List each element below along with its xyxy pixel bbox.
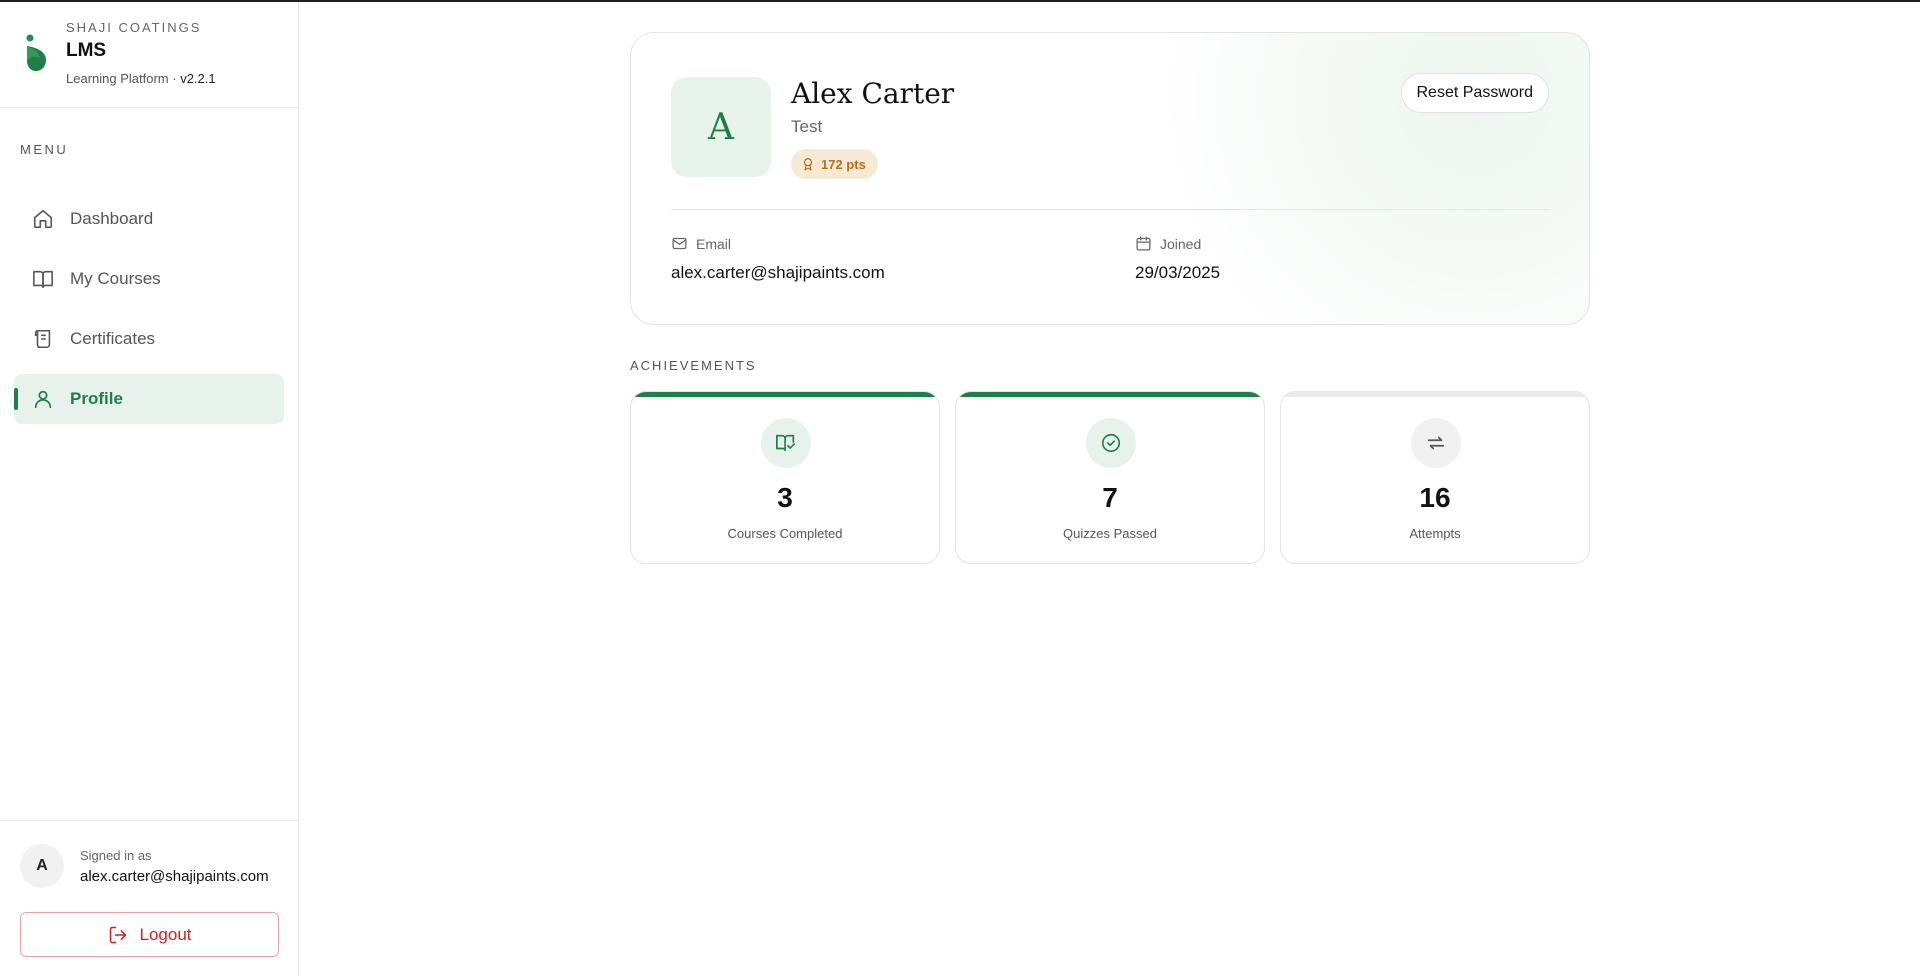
scroll-icon: [32, 328, 54, 350]
avatar: A: [20, 844, 64, 888]
sidebar-item-profile[interactable]: Profile: [14, 374, 284, 424]
email-field: Email alex.carter@shajipaints.com: [671, 235, 885, 283]
sidebar-item-label: My Courses: [70, 269, 161, 288]
user-icon: [32, 388, 54, 410]
stat-card-quizzes-passed: 7 Quizzes Passed: [955, 391, 1265, 564]
joined-field: Joined 29/03/2025: [1135, 235, 1220, 283]
sidebar-item-label: Certificates: [70, 329, 156, 348]
joined-label: Joined: [1160, 235, 1202, 252]
logout-label: Logout: [139, 924, 192, 944]
sidebar-item-my-courses[interactable]: My Courses: [14, 254, 284, 304]
profile-role: Test: [791, 117, 823, 136]
points-badge: 172 pts: [791, 149, 878, 179]
logout-icon: [108, 925, 128, 945]
stat-card-courses-completed: 3 Courses Completed: [630, 391, 940, 564]
sidebar-item-certificates[interactable]: Certificates: [14, 314, 284, 364]
book-open-icon: [32, 268, 54, 290]
signed-in-user: A Signed in as alex.carter@shajipaints.c…: [20, 844, 269, 888]
calendar-icon: [1135, 235, 1152, 252]
check-circle-icon: [1086, 418, 1136, 468]
menu-label: MENU: [20, 142, 69, 157]
stat-card-attempts: 16 Attempts: [1280, 391, 1590, 564]
brand-subtitle: Learning Platform · v2.2.1: [66, 71, 216, 86]
points-value: 172 pts: [821, 156, 866, 172]
stat-label: Attempts: [1409, 526, 1461, 541]
signed-in-label: Signed in as: [80, 847, 152, 863]
brand[interactable]: SHAJI COATINGS LMS Learning Platform · v…: [24, 20, 216, 86]
profile-name: Alex Carter: [791, 77, 955, 110]
stat-value: 16: [1419, 482, 1451, 513]
stat-value: 3: [777, 482, 793, 513]
brand-version: v2.2.1: [180, 71, 216, 86]
signed-in-email: alex.carter@shajipaints.com: [80, 867, 269, 885]
sidebar-divider: [0, 107, 299, 108]
repeat-icon: [1411, 418, 1461, 468]
stat-progress-bar: [631, 392, 939, 397]
award-icon: [801, 157, 815, 171]
profile-avatar: A: [671, 77, 771, 177]
sidebar-item-label: Profile: [70, 389, 123, 408]
brand-title: LMS: [66, 40, 107, 61]
profile-divider: [671, 209, 1551, 210]
sidebar-nav: Dashboard My Courses Certificates Profil…: [14, 194, 284, 434]
sidebar-item-dashboard[interactable]: Dashboard: [14, 194, 284, 244]
stat-progress-bar: [956, 392, 1264, 397]
mail-icon: [671, 235, 688, 252]
achievements-title: ACHIEVEMENTS: [630, 358, 757, 373]
stat-progress-bar: [1281, 392, 1589, 397]
sidebar-item-label: Dashboard: [70, 209, 154, 228]
email-label: Email: [696, 235, 732, 252]
book-check-icon: [761, 418, 811, 468]
brand-subtitle-text: Learning Platform ·: [66, 71, 177, 86]
email-value: alex.carter@shajipaints.com: [671, 263, 885, 282]
sidebar: SHAJI COATINGS LMS Learning Platform · v…: [0, 2, 299, 976]
home-icon: [32, 208, 54, 230]
brand-company: SHAJI COATINGS: [66, 20, 202, 35]
reset-password-button[interactable]: Reset Password: [1400, 73, 1549, 113]
stat-label: Quizzes Passed: [1063, 526, 1157, 541]
sidebar-bottom-divider: [0, 820, 299, 821]
logout-button[interactable]: Logout: [20, 912, 279, 957]
brand-logo-icon: [24, 34, 54, 74]
profile-card: A Alex Carter Test 172 pts Reset Passwor…: [630, 32, 1590, 325]
joined-value: 29/03/2025: [1135, 263, 1221, 282]
stat-label: Courses Completed: [727, 526, 843, 541]
stat-value: 7: [1102, 482, 1118, 513]
